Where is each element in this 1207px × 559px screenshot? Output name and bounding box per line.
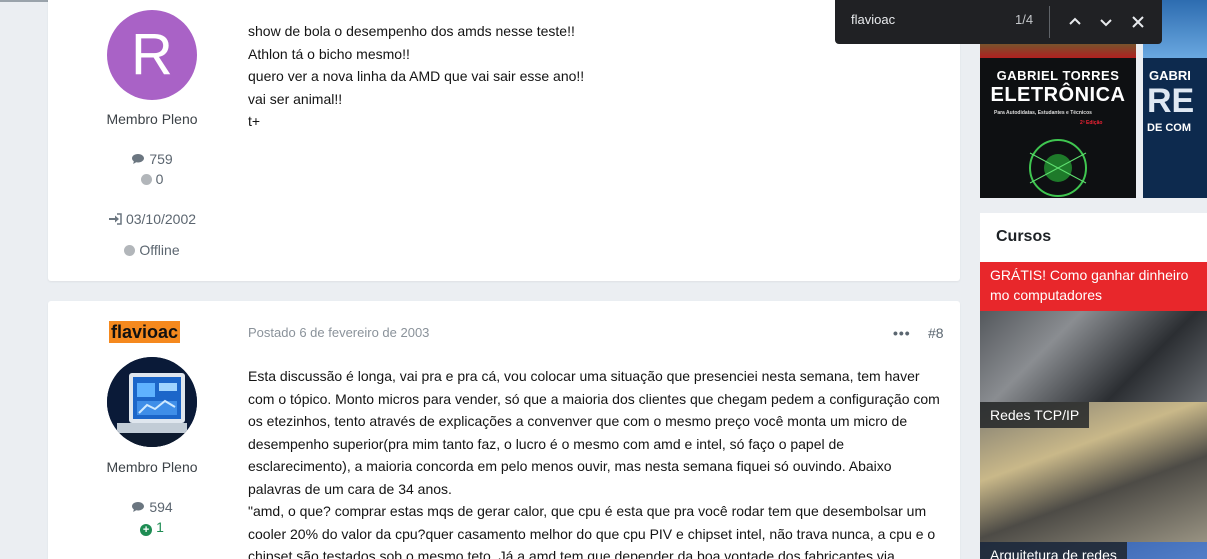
course-label: Arquitetura de redes <box>980 542 1127 559</box>
post-count-value: 759 <box>149 151 173 167</box>
member-rank: Membro Pleno <box>106 111 198 127</box>
reputation-value: 0 <box>155 171 164 187</box>
reputation-positive-icon: + <box>140 524 153 536</box>
reputation-value: 1 <box>156 519 164 535</box>
post-line: Esta discussão é longa, vai pra e pra cá… <box>248 368 920 384</box>
post-number-link[interactable]: #8 <box>928 325 944 341</box>
find-input[interactable]: flavioac <box>851 12 895 27</box>
post-line: quero ver a nova linha da AMD que vai sa… <box>248 68 585 84</box>
member-rank: Membro Pleno <box>106 459 198 475</box>
post-count: 594 <box>48 499 256 516</box>
find-next-button[interactable] <box>1094 10 1118 34</box>
reputation: 0 <box>48 171 256 187</box>
joined-date-value: 03/10/2002 <box>125 211 197 227</box>
comment-icon <box>131 152 145 168</box>
chevron-up-icon <box>1069 17 1081 25</box>
post-line: os etezinhos, tento através de explicaçõ… <box>248 413 908 429</box>
post-line: "amd, o que? comprar estas mqs de gerar … <box>248 503 927 519</box>
book-subtitle: Para Autodidatas, Estudantes e Técnicos <box>994 110 1092 116</box>
post-author-panel: flavioac Membro Pleno 594 +1 <box>48 301 256 559</box>
online-status: Offline <box>48 242 256 258</box>
post-line: Athlon tá o bicho mesmo!! <box>248 45 410 62</box>
post-line: palavras de um cara de 34 anos. <box>248 480 452 497</box>
find-match-count: 1/4 <box>1015 12 1034 27</box>
reputation-neutral-icon <box>140 174 152 185</box>
post-card: R Membro Pleno 759 0 03/10/2002 Offline … <box>48 0 960 281</box>
post-options-menu[interactable]: ••• <box>893 325 911 341</box>
post-line: vai ser animal!! <box>248 90 343 107</box>
post-date[interactable]: Postado 6 de fevereiro de 2003 <box>248 325 429 340</box>
post-line: esclarecimento), a maioria concorda em p… <box>248 458 892 474</box>
post-line: desempenho superior(pra mim tanto faz, o… <box>248 435 845 452</box>
post-body: Esta discussão é longa, vai pra e pra cá… <box>248 365 948 559</box>
find-bar: flavioac 1/4 <box>835 0 1162 44</box>
book-title: RE <box>1147 82 1195 120</box>
course-label: GRÁTIS! Como ganhar dinheiro mo computad… <box>980 262 1207 311</box>
find-close-button[interactable] <box>1126 10 1150 34</box>
book-author: GABRI <box>1149 68 1191 83</box>
post-line: com o tópico. Monto micros para vender, … <box>248 390 940 407</box>
close-icon <box>1132 16 1144 28</box>
online-status-value: Offline <box>139 242 180 258</box>
sign-in-icon <box>108 212 122 228</box>
book-cover-eletronica[interactable]: GABRIEL TORRES ELETRÔNICA Para Autodidat… <box>980 58 1136 198</box>
avatar[interactable] <box>107 357 197 447</box>
find-previous-button[interactable] <box>1063 10 1087 34</box>
author-username[interactable]: flavioac <box>109 321 181 343</box>
joined-date: 03/10/2002 <box>48 211 256 228</box>
course-card[interactable]: Redes TCP/IP <box>980 402 1207 542</box>
offline-dot-icon <box>124 245 136 256</box>
post-line: t+ <box>248 113 261 129</box>
book-author: GABRIEL TORRES <box>996 68 1120 83</box>
course-card[interactable]: Arquitetura de redes <box>980 542 1207 559</box>
book-subtitle: DE COM <box>1147 122 1191 134</box>
course-label: Redes TCP/IP <box>980 402 1090 428</box>
post-line: chipset são testados sob o mesmo teto. J… <box>248 548 895 559</box>
avatar[interactable]: R <box>107 10 197 100</box>
post-line: cooler 20% do valor da cpu?quer casament… <box>248 525 936 542</box>
reputation: +1 <box>48 519 256 536</box>
courses-widget: Cursos GRÁTIS! Como ganhar dinheiro mo c… <box>980 213 1207 559</box>
comment-icon <box>131 500 145 516</box>
book-edition: 2ª Edição <box>1080 120 1103 126</box>
find-divider <box>1049 6 1050 38</box>
post-card: flavioac Membro Pleno 594 +1 Postado 6 d… <box>48 301 960 559</box>
chevron-down-icon <box>1100 19 1112 27</box>
courses-title: Cursos <box>996 228 1052 245</box>
post-author-panel: R Membro Pleno 759 0 03/10/2002 Offline <box>48 0 256 281</box>
book-cover-redes[interactable]: GABRI RE DE COM <box>1143 58 1207 198</box>
post-count: 759 <box>48 151 256 168</box>
course-card[interactable]: GRÁTIS! Como ganhar dinheiro mo computad… <box>980 262 1207 402</box>
book-title: ELETRÔNICA <box>990 84 1126 106</box>
post-count-value: 594 <box>149 499 173 515</box>
